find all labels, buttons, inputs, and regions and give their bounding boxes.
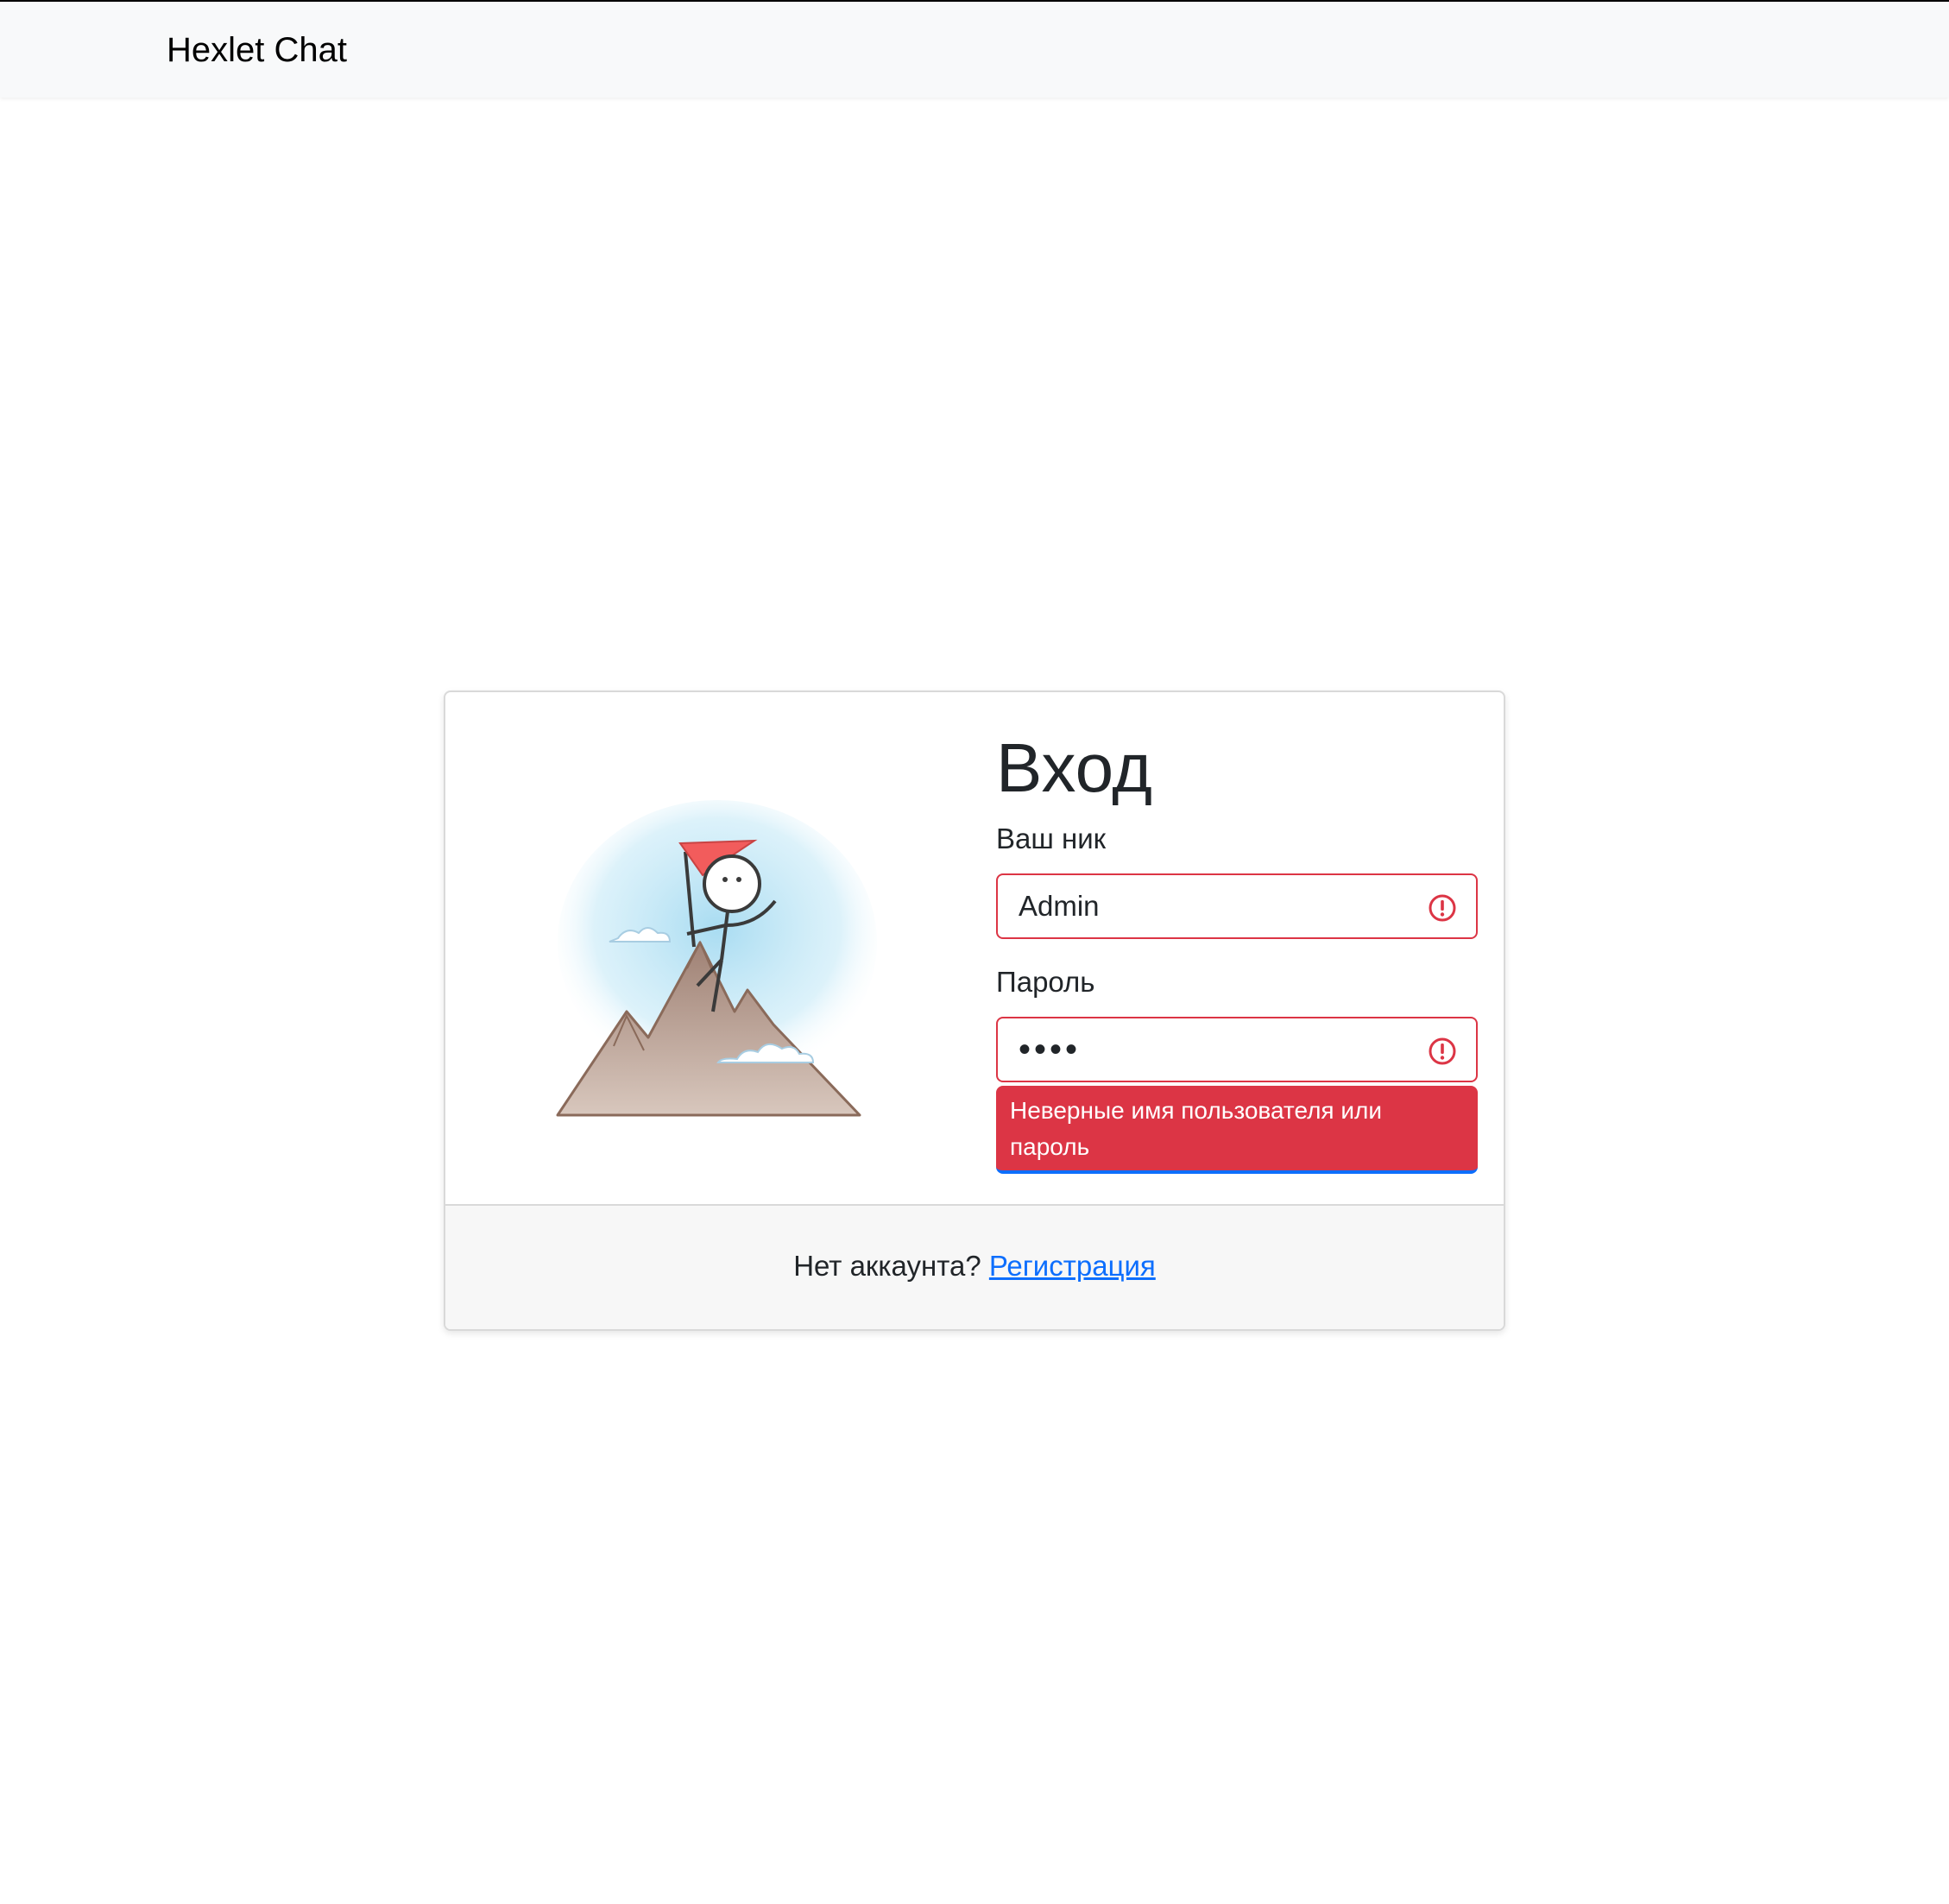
brand-link[interactable]: Hexlet Chat (167, 29, 347, 71)
login-title: Вход (996, 729, 1152, 806)
username-input[interactable] (998, 875, 1476, 937)
login-card-footer: Нет аккаунта? Регистрация (445, 1204, 1504, 1329)
password-label: Пароль (996, 966, 1095, 998)
login-card-body: Вход Ваш ник Пароль Неверные им (445, 692, 1504, 1204)
signup-link[interactable]: Регистрация (989, 1250, 1156, 1282)
signup-prompt: Нет аккаунта? (793, 1250, 989, 1282)
exclamation-circle-icon (1429, 894, 1456, 922)
login-form: Вход Ваш ник Пароль Неверные им (996, 727, 1479, 1174)
login-card: Вход Ваш ник Пароль Неверные им (444, 690, 1505, 1331)
exclamation-circle-icon (1429, 1037, 1456, 1065)
mountain-climber-illustration (556, 800, 877, 1117)
username-label: Ваш ник (996, 823, 1107, 854)
password-field-wrapper (996, 1017, 1478, 1082)
username-field-wrapper (996, 873, 1478, 939)
navbar: Hexlet Chat (0, 0, 1949, 98)
login-error-tooltip: Неверные имя пользователя или пароль (996, 1086, 1478, 1174)
password-input[interactable] (998, 1018, 1476, 1081)
